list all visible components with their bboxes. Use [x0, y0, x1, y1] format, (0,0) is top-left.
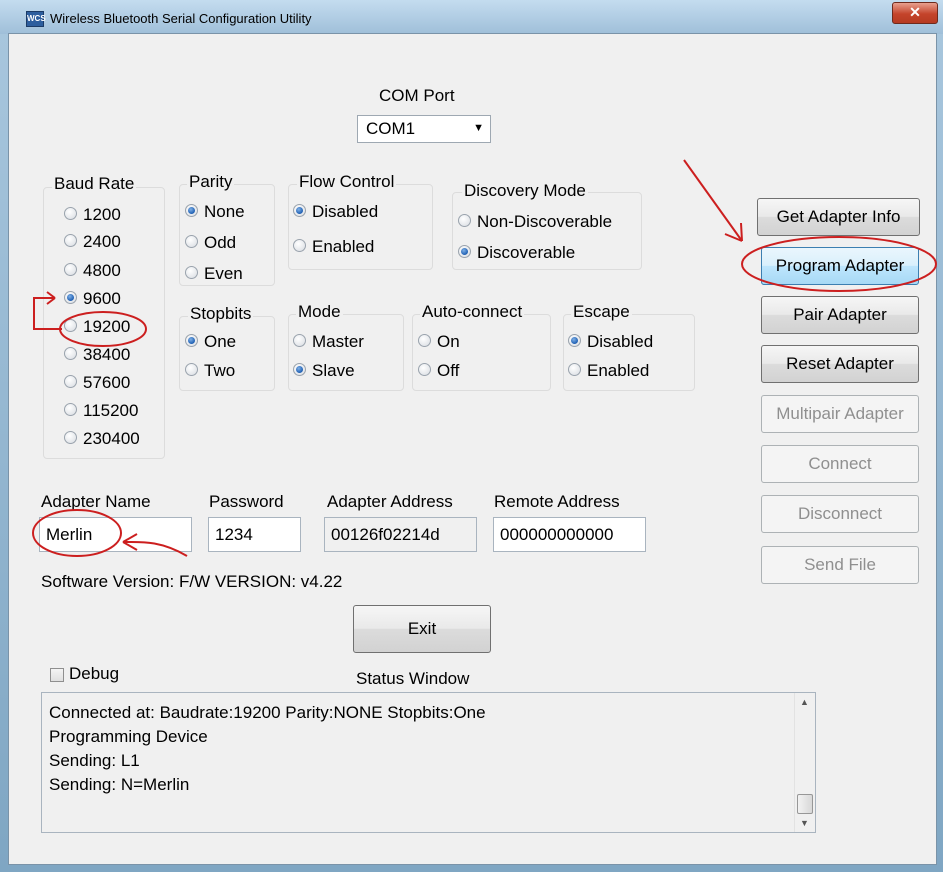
- parity-option[interactable]: Odd: [185, 232, 236, 254]
- window-frame: WCS Wireless Bluetooth Serial Configurat…: [0, 0, 943, 872]
- baud-option[interactable]: 19200: [64, 316, 130, 338]
- software-version: Software Version: F/W VERSION: v4.22: [41, 572, 343, 591]
- baud-option[interactable]: 4800: [64, 260, 121, 282]
- status-window-title: Status Window: [356, 669, 470, 688]
- client-area: COM Port COM1 ▼ Baud Rate 1200 2400 4800…: [8, 33, 937, 865]
- flow-control-title: Flow Control: [297, 172, 397, 192]
- radio-icon: [64, 375, 77, 389]
- status-scrollbar[interactable]: ▲ ▼: [794, 693, 815, 832]
- remote-address-label: Remote Address: [494, 492, 620, 511]
- connect-button[interactable]: Connect: [761, 445, 919, 483]
- flow-control-option[interactable]: Disabled: [293, 201, 378, 223]
- radio-selected-icon: [185, 204, 198, 218]
- radio-icon: [64, 263, 77, 277]
- debug-label: Debug: [69, 664, 120, 683]
- multipair-adapter-button[interactable]: Multipair Adapter: [761, 395, 919, 433]
- scroll-down-icon[interactable]: ▼: [800, 818, 809, 828]
- status-window[interactable]: Connected at: Baudrate:19200 Parity:NONE…: [41, 692, 816, 833]
- auto-connect-title: Auto-connect: [420, 302, 525, 322]
- radio-icon: [64, 207, 77, 221]
- scroll-thumb[interactable]: [797, 794, 813, 814]
- radio-icon: [418, 334, 431, 348]
- status-line: Programming Device: [49, 727, 208, 746]
- status-line: Sending: N=Merlin: [49, 775, 190, 794]
- parity-option[interactable]: Even: [185, 263, 243, 285]
- com-port-label: COM Port: [379, 86, 455, 105]
- reset-adapter-button[interactable]: Reset Adapter: [761, 345, 919, 383]
- stopbits-option[interactable]: Two: [185, 360, 235, 382]
- radio-icon: [185, 235, 198, 249]
- radio-icon: [185, 363, 198, 377]
- radio-selected-icon: [458, 245, 471, 259]
- adapter-address-label: Adapter Address: [327, 492, 453, 511]
- baud-option[interactable]: 115200: [64, 400, 138, 422]
- chevron-down-icon: ▼: [473, 122, 484, 134]
- adapter-name-input[interactable]: Merlin: [39, 517, 192, 552]
- mode-title: Mode: [296, 302, 343, 322]
- baud-option[interactable]: 2400: [64, 231, 121, 253]
- com-port-value: COM1: [366, 119, 416, 138]
- baud-option[interactable]: 9600: [64, 288, 121, 310]
- com-port-select[interactable]: COM1 ▼: [357, 115, 491, 143]
- window-title: Wireless Bluetooth Serial Configuration …: [50, 11, 312, 26]
- password-input[interactable]: 1234: [208, 517, 301, 552]
- escape-option[interactable]: Disabled: [568, 331, 653, 353]
- parity-title: Parity: [187, 172, 235, 192]
- send-file-button[interactable]: Send File: [761, 546, 919, 584]
- escape-option[interactable]: Enabled: [568, 360, 649, 382]
- radio-selected-icon: [64, 291, 77, 305]
- status-line: Sending: L1: [49, 751, 140, 770]
- disconnect-button[interactable]: Disconnect: [761, 495, 919, 533]
- auto-connect-option[interactable]: On: [418, 331, 460, 353]
- baud-option[interactable]: 38400: [64, 344, 130, 366]
- debug-checkbox[interactable]: [50, 668, 64, 682]
- auto-connect-option[interactable]: Off: [418, 360, 459, 382]
- radio-icon: [64, 403, 77, 417]
- scroll-up-icon[interactable]: ▲: [800, 697, 809, 707]
- stopbits-option[interactable]: One: [185, 331, 236, 353]
- close-button[interactable]: ✕: [892, 2, 938, 24]
- remote-address-input[interactable]: 000000000000: [493, 517, 646, 552]
- escape-title: Escape: [571, 302, 632, 322]
- exit-button[interactable]: Exit: [353, 605, 491, 653]
- app-icon: WCS: [26, 11, 46, 27]
- program-adapter-button[interactable]: Program Adapter: [761, 247, 919, 285]
- title-bar[interactable]: WCS Wireless Bluetooth Serial Configurat…: [0, 0, 943, 34]
- radio-icon: [418, 363, 431, 377]
- radio-icon: [185, 266, 198, 280]
- radio-selected-icon: [293, 204, 306, 218]
- radio-selected-icon: [185, 334, 198, 348]
- discovery-option[interactable]: Discoverable: [458, 242, 575, 264]
- parity-option[interactable]: None: [185, 201, 245, 223]
- radio-selected-icon: [293, 363, 306, 377]
- mode-option[interactable]: Slave: [293, 360, 355, 382]
- radio-selected-icon: [568, 334, 581, 348]
- radio-icon: [64, 431, 77, 445]
- radio-icon: [293, 334, 306, 348]
- adapter-address-field: 00126f02214d: [324, 517, 477, 552]
- status-line: Connected at: Baudrate:19200 Parity:NONE…: [49, 703, 486, 722]
- adapter-name-label: Adapter Name: [41, 492, 151, 511]
- radio-icon: [64, 234, 77, 248]
- radio-icon: [64, 319, 77, 333]
- discovery-mode-title: Discovery Mode: [462, 181, 588, 201]
- flow-control-option[interactable]: Enabled: [293, 236, 374, 258]
- get-adapter-info-button[interactable]: Get Adapter Info: [757, 198, 920, 236]
- radio-icon: [458, 214, 471, 228]
- baud-option[interactable]: 230400: [64, 428, 140, 450]
- baud-rate-title: Baud Rate: [52, 174, 137, 194]
- baud-option[interactable]: 1200: [64, 204, 121, 226]
- radio-icon: [568, 363, 581, 377]
- discovery-option[interactable]: Non-Discoverable: [458, 211, 612, 233]
- radio-icon: [64, 347, 77, 361]
- stopbits-title: Stopbits: [188, 304, 254, 324]
- radio-icon: [293, 239, 306, 253]
- baud-option[interactable]: 57600: [64, 372, 130, 394]
- password-label: Password: [209, 492, 284, 511]
- pair-adapter-button[interactable]: Pair Adapter: [761, 296, 919, 334]
- mode-option[interactable]: Master: [293, 331, 364, 353]
